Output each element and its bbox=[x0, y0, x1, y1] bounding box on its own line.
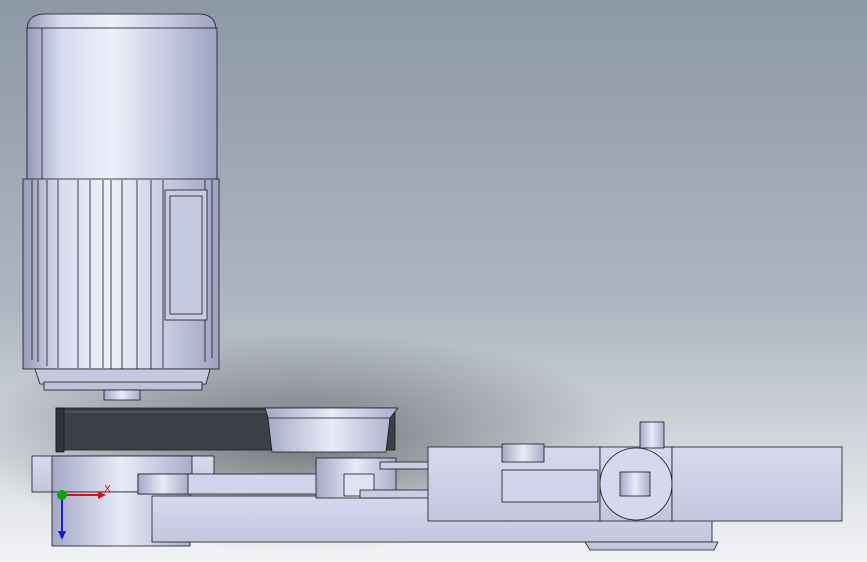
motor-body[interactable] bbox=[26, 27, 218, 181]
triad-origin bbox=[57, 490, 67, 500]
arm-boss bbox=[137, 473, 189, 495]
motor-pulley[interactable] bbox=[55, 407, 65, 453]
cad-model-scene[interactable]: X bbox=[0, 0, 867, 562]
belt-drive[interactable] bbox=[55, 407, 399, 453]
wheel-bushing[interactable] bbox=[619, 471, 651, 497]
base-foot[interactable] bbox=[584, 541, 719, 551]
rod-clevis[interactable] bbox=[501, 443, 545, 463]
driven-pulley[interactable] bbox=[264, 407, 399, 453]
triad-x-label: X bbox=[104, 484, 111, 495]
slider-inner bbox=[501, 469, 599, 503]
top-boss[interactable] bbox=[639, 421, 665, 449]
right-housing[interactable] bbox=[671, 446, 843, 522]
motor-terminal-box[interactable] bbox=[164, 189, 208, 321]
motor-shaft-hub[interactable] bbox=[103, 389, 141, 401]
motor-flange-ring[interactable] bbox=[43, 381, 203, 391]
motor[interactable] bbox=[22, 13, 220, 401]
cad-viewport[interactable]: X bbox=[0, 0, 867, 562]
